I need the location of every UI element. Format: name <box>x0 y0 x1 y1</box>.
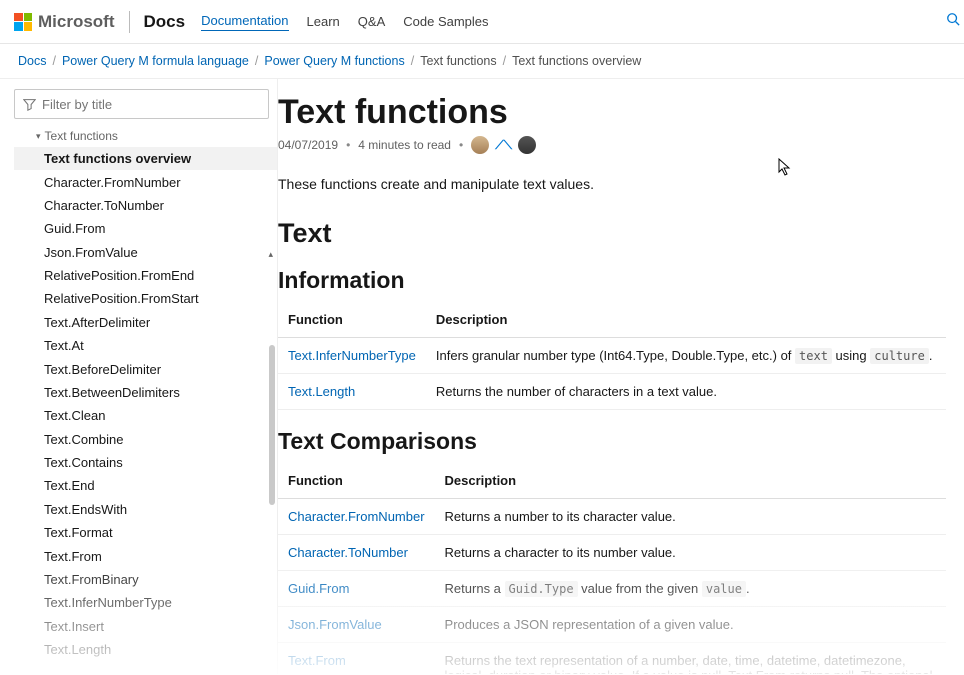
sidebar-scrollbar[interactable] <box>269 345 275 505</box>
page-metadata: 04/07/2019 4 minutes to read ⟋⟍ <box>278 136 946 154</box>
breadcrumb-item: Text functions overview <box>512 54 641 68</box>
information-table: Function Description Text.InferNumberTyp… <box>278 302 946 410</box>
brand-label: Microsoft <box>38 12 115 32</box>
function-link[interactable]: Guid.From <box>288 581 349 596</box>
function-description: Returns the number of characters in a te… <box>426 374 946 410</box>
toc-section-heading[interactable]: ▾ Text functions <box>14 127 277 147</box>
nav-docs[interactable]: Docs <box>144 12 186 32</box>
table-row: Character.ToNumber Returns a character to… <box>278 535 946 571</box>
function-link[interactable]: Character.ToNumber <box>288 545 408 560</box>
function-link[interactable]: Text.InferNumberType <box>288 348 416 363</box>
nav-item-documentation[interactable]: Documentation <box>201 13 288 31</box>
toc-item[interactable]: Text.Format <box>14 521 277 544</box>
scroll-up-icon[interactable]: ▴ <box>268 249 273 260</box>
toc-item[interactable]: Json.FromValue <box>14 241 277 264</box>
toc-item[interactable]: Text.End <box>14 474 277 497</box>
function-link[interactable]: Text.Length <box>288 384 355 399</box>
function-description: Produces a JSON representation of a give… <box>435 607 946 643</box>
table-of-contents: ▾ Text functions Text functions overview… <box>14 127 277 657</box>
toc-item[interactable]: Text.BeforeDelimiter <box>14 357 277 380</box>
function-description: Returns a character to its number value. <box>435 535 946 571</box>
contributor-ms-icon[interactable]: ⟋⟍ <box>495 138 512 153</box>
filter-icon <box>23 98 36 111</box>
function-description: Returns a Guid.Type value from the given… <box>435 571 946 607</box>
sidebar: ▾ Text functions Text functions overview… <box>0 79 278 674</box>
function-description: Returns the text representation of a num… <box>435 643 946 675</box>
table-row: Json.FromValue Produces a JSON representa… <box>278 607 946 643</box>
table-row: Text.InferNumberType Infers granular numb… <box>278 338 946 374</box>
breadcrumb-item[interactable]: Power Query M formula language <box>62 54 249 68</box>
toc-item[interactable]: Text.BetweenDelimiters <box>14 381 277 404</box>
toc-item[interactable]: Text.From <box>14 544 277 567</box>
toc-item[interactable]: Text.Insert <box>14 615 277 638</box>
nav-divider <box>129 11 130 33</box>
col-description: Description <box>426 302 946 338</box>
toc-item[interactable]: Text.Contains <box>14 451 277 474</box>
table-row: Text.Length Returns the number of charact… <box>278 374 946 410</box>
filter-input[interactable] <box>14 89 269 119</box>
toc-item[interactable]: Text functions overview <box>14 147 277 170</box>
toc-item[interactable]: Character.FromNumber <box>14 170 277 193</box>
microsoft-logo[interactable]: Microsoft <box>14 12 115 32</box>
toc-item[interactable]: Text.Combine <box>14 428 277 451</box>
nav-item-q-a[interactable]: Q&A <box>358 14 385 29</box>
table-row: Guid.From Returns a Guid.Type value from … <box>278 571 946 607</box>
col-function: Function <box>278 302 426 338</box>
function-link[interactable]: Json.FromValue <box>288 617 382 632</box>
top-navigation: Microsoft Docs Documentation Learn Q&A Code… <box>0 0 964 44</box>
table-row: Character.FromNumber Returns a number to … <box>278 499 946 535</box>
toc-item[interactable]: Text.Length <box>14 638 277 657</box>
toc-item[interactable]: Text.FromBinary <box>14 568 277 591</box>
microsoft-logo-icon <box>14 13 32 31</box>
breadcrumb-item[interactable]: Power Query M functions <box>264 54 404 68</box>
chevron-down-icon: ▾ <box>36 131 41 142</box>
function-description: Infers granular number type (Int64.Type,… <box>426 338 946 374</box>
toc-item[interactable]: Guid.From <box>14 217 277 240</box>
subsection-information-heading: Information <box>278 267 946 294</box>
col-description: Description <box>435 463 946 499</box>
filter-text-field[interactable] <box>42 97 260 112</box>
comparisons-table: Function Description Character.FromNumbe… <box>278 463 946 674</box>
function-link[interactable]: Character.FromNumber <box>288 509 425 524</box>
toc-item[interactable]: Text.Clean <box>14 404 277 427</box>
page-title: Text functions <box>278 93 946 132</box>
page-read-time: 4 minutes to read <box>358 138 451 152</box>
subsection-comparisons-heading: Text Comparisons <box>278 428 946 455</box>
toc-item[interactable]: Text.InferNumberType <box>14 591 277 614</box>
table-row: Text.From Returns the text representation… <box>278 643 946 675</box>
function-description: Returns a number to its character value. <box>435 499 946 535</box>
toc-item[interactable]: Text.EndsWith <box>14 498 277 521</box>
toc-item[interactable]: RelativePosition.FromEnd <box>14 264 277 287</box>
page-date: 04/07/2019 <box>278 138 338 152</box>
toc-item[interactable]: Character.ToNumber <box>14 194 277 217</box>
contributor-avatar[interactable] <box>471 136 489 154</box>
contributor-avatar[interactable] <box>518 136 536 154</box>
toc-item[interactable]: Text.AfterDelimiter <box>14 311 277 334</box>
function-link[interactable]: Text.From <box>288 653 346 668</box>
nav-item-code-samples[interactable]: Code Samples <box>403 14 488 29</box>
nav-item-learn[interactable]: Learn <box>307 14 340 29</box>
intro-paragraph: These functions create and manipulate te… <box>278 176 946 192</box>
toc-item[interactable]: RelativePosition.FromStart <box>14 287 277 310</box>
search-icon[interactable] <box>946 12 960 31</box>
breadcrumb-item[interactable]: Docs <box>18 54 46 68</box>
breadcrumb-item: Text functions <box>420 54 496 68</box>
mouse-cursor-icon <box>778 158 792 180</box>
toc-item[interactable]: Text.At <box>14 334 277 357</box>
section-text-heading: Text <box>278 218 946 249</box>
main-content: Text functions 04/07/2019 4 minutes to r… <box>278 79 964 674</box>
breadcrumb: Docs/Power Query M formula language/Powe… <box>0 44 964 79</box>
col-function: Function <box>278 463 435 499</box>
